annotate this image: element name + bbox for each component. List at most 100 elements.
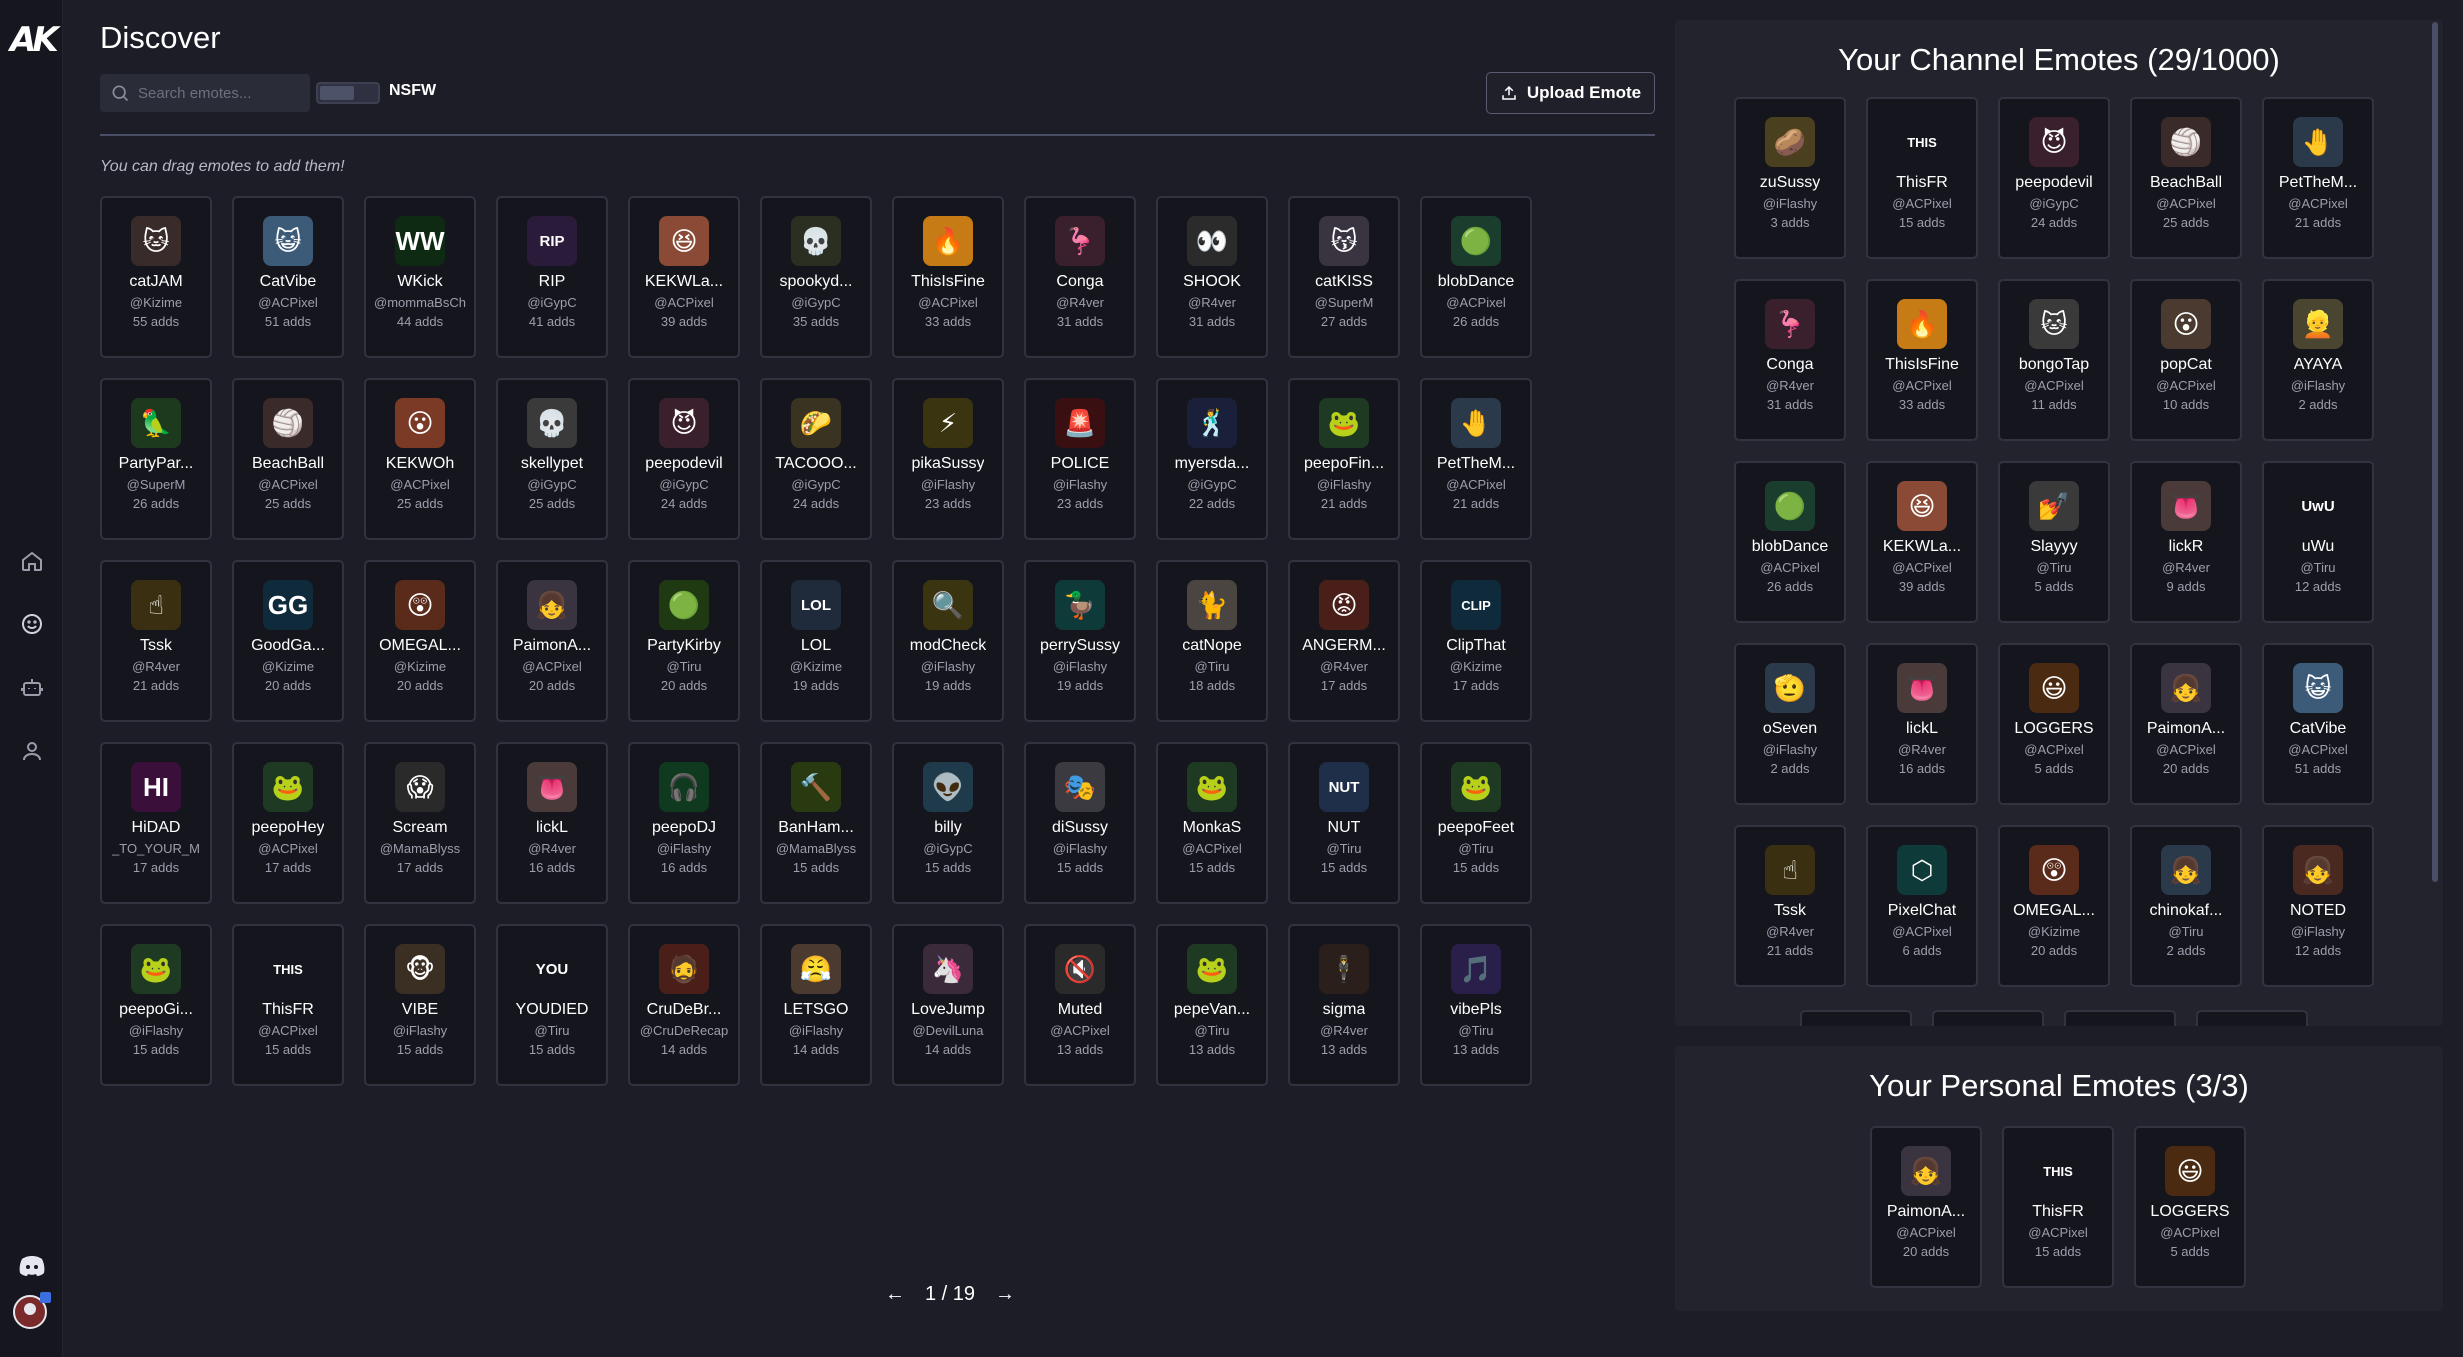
emote-card[interactable]: 👱 AYAYA @iFlashy 2 adds: [2262, 279, 2374, 441]
emote-card[interactable]: 👅 lickL @R4ver 16 adds: [496, 742, 608, 904]
emote-card[interactable]: 🏐 BeachBall @ACPixel 25 adds: [2130, 97, 2242, 259]
emote-card[interactable]: 🧔 CruDeBr... @CruDeRecap 14 adds: [628, 924, 740, 1086]
emote-card[interactable]: LOL LOL @Kizime 19 adds: [760, 560, 872, 722]
emote-card[interactable]: 🦜 PartyPar... @SuperM 26 adds: [100, 378, 212, 540]
emote-card[interactable]: 🎧 peepoDJ @iFlashy 16 adds: [628, 742, 740, 904]
emote-card[interactable]: 🐸 pepeVan... @Tiru 13 adds: [1156, 924, 1268, 1086]
emote-card[interactable]: 😺 CatVibe @ACPixel 51 adds: [2262, 643, 2374, 805]
emote-card[interactable]: 🤚 PetTheM... @ACPixel 21 adds: [2262, 97, 2374, 259]
emote-card[interactable]: ⬡ PixelChat @ACPixel 6 adds: [1866, 825, 1978, 987]
emote-card[interactable]: 🐸 peepoFeet @Tiru 15 adds: [1420, 742, 1532, 904]
emote-card[interactable]: HI HiDAD _TO_YOUR_M 17 adds: [100, 742, 212, 904]
emote-card[interactable]: THIS ThisFR @ACPixel 15 adds: [232, 924, 344, 1086]
prev-page-button[interactable]: ←: [885, 1283, 905, 1306]
emote-card[interactable]: 🚨 POLICE @iFlashy 23 adds: [1024, 378, 1136, 540]
emote-card[interactable]: 😃 LOGGERS @ACPixel 5 adds: [1998, 643, 2110, 805]
emote-card[interactable]: 😮 popCat @ACPixel 10 adds: [2130, 279, 2242, 441]
emote-card[interactable]: 😡 ANGERM... @R4ver 17 adds: [1288, 560, 1400, 722]
emote-card[interactable]: 😱 Scream @MamaBlyss 17 adds: [364, 742, 476, 904]
emote-card[interactable]: ☝ Tssk @R4ver 21 adds: [100, 560, 212, 722]
emote-card[interactable]: 😆 KEKWLa... @ACPixel 39 adds: [1866, 461, 1978, 623]
emote-card[interactable]: THIS ThisFR @ACPixel 15 adds: [2002, 1126, 2114, 1288]
emote-card[interactable]: 👧 PaimonA... @ACPixel 20 adds: [2130, 643, 2242, 805]
discord-icon[interactable]: [16, 1250, 48, 1282]
emote-card[interactable]: 🤚 PetTheM... @ACPixel 21 adds: [1420, 378, 1532, 540]
search-input[interactable]: [138, 84, 298, 102]
emote-card[interactable]: 🟢 PartyKirby @Tiru 20 adds: [628, 560, 740, 722]
emote-card[interactable]: 😽 catKISS @SuperM 27 adds: [1288, 196, 1400, 358]
emote-card[interactable]: THIS ThisFR @ACPixel 15 adds: [1866, 97, 1978, 259]
emote-card[interactable]: 🐱 bongoTap @ACPixel 11 adds: [1998, 279, 2110, 441]
avatar-icon[interactable]: [12, 1290, 52, 1330]
emote-card[interactable]: 🔥 ThisIsFine @ACPixel 33 adds: [892, 196, 1004, 358]
emote-card[interactable]: [2196, 1010, 2308, 1026]
emote-card[interactable]: 🕴 sigma @R4ver 13 adds: [1288, 924, 1400, 1086]
emote-card[interactable]: 😈 peepodevil @iGypC 24 adds: [1998, 97, 2110, 259]
channel-scrollbar[interactable]: [2432, 22, 2438, 882]
emote-card[interactable]: 🟢 blobDance @ACPixel 26 adds: [1734, 461, 1846, 623]
home-icon[interactable]: [14, 543, 50, 579]
emote-card[interactable]: 👧 PaimonA... @ACPixel 20 adds: [496, 560, 608, 722]
app-logo[interactable]: AK: [10, 20, 59, 64]
emote-card[interactable]: 🐵 VIBE @iFlashy 15 adds: [364, 924, 476, 1086]
emote-card[interactable]: 👧 PaimonA... @ACPixel 20 adds: [1870, 1126, 1982, 1288]
bot-icon[interactable]: [14, 670, 50, 706]
emote-card[interactable]: 🟢 blobDance @ACPixel 26 adds: [1420, 196, 1532, 358]
emote-card[interactable]: 👀 SHOOK @R4ver 31 adds: [1156, 196, 1268, 358]
emote-card[interactable]: 🐈 catNope @Tiru 18 adds: [1156, 560, 1268, 722]
emote-card[interactable]: 🐸 MonkaS @ACPixel 15 adds: [1156, 742, 1268, 904]
emote-card[interactable]: [1800, 1010, 1912, 1026]
emote-card[interactable]: 😃 LOGGERS @ACPixel 5 adds: [2134, 1126, 2246, 1288]
emote-card[interactable]: 😤 LETSGO @iFlashy 14 adds: [760, 924, 872, 1086]
emote-card[interactable]: 🕺 myersda... @iGypC 22 adds: [1156, 378, 1268, 540]
emote-card[interactable]: 😲 OMEGAL... @Kizime 20 adds: [364, 560, 476, 722]
emote-card[interactable]: 👽 billy @iGypC 15 adds: [892, 742, 1004, 904]
emote-card[interactable]: RIP RIP @iGypC 41 adds: [496, 196, 608, 358]
emote-card[interactable]: 🐸 peepoHey @ACPixel 17 adds: [232, 742, 344, 904]
emote-card[interactable]: 🦆 perrySussy @iFlashy 19 adds: [1024, 560, 1136, 722]
nsfw-toggle[interactable]: [316, 82, 380, 104]
emote-card[interactable]: 🦄 LoveJump @DevilLuna 14 adds: [892, 924, 1004, 1086]
emote-card[interactable]: 👅 lickL @R4ver 16 adds: [1866, 643, 1978, 805]
emote-card[interactable]: 😆 KEKWLa... @ACPixel 39 adds: [628, 196, 740, 358]
emote-card[interactable]: YOU YOUDIED @Tiru 15 adds: [496, 924, 608, 1086]
emote-card[interactable]: GG GoodGa... @Kizime 20 adds: [232, 560, 344, 722]
emote-card[interactable]: 🦩 Conga @R4ver 31 adds: [1734, 279, 1846, 441]
emote-card[interactable]: 😺 CatVibe @ACPixel 51 adds: [232, 196, 344, 358]
emote-card[interactable]: 💀 skellypet @iGypC 25 adds: [496, 378, 608, 540]
emote-card[interactable]: 👧 chinokaf... @Tiru 2 adds: [2130, 825, 2242, 987]
next-page-button[interactable]: →: [995, 1283, 1015, 1306]
emote-card[interactable]: 🦩 Conga @R4ver 31 adds: [1024, 196, 1136, 358]
emote-card[interactable]: 😲 OMEGAL... @Kizime 20 adds: [1998, 825, 2110, 987]
emote-card[interactable]: ⚡ pikaSussy @iFlashy 23 adds: [892, 378, 1004, 540]
emote-card[interactable]: CLIP ClipThat @Kizime 17 adds: [1420, 560, 1532, 722]
emote-card[interactable]: 🐸 peepoGi... @iFlashy 15 adds: [100, 924, 212, 1086]
emote-card[interactable]: 😈 peepodevil @iGypC 24 adds: [628, 378, 740, 540]
emote-card[interactable]: 🐱 catJAM @Kizime 55 adds: [100, 196, 212, 358]
emote-card[interactable]: 🎭 diSussy @iFlashy 15 adds: [1024, 742, 1136, 904]
emote-card[interactable]: 🔍 modCheck @iFlashy 19 adds: [892, 560, 1004, 722]
emote-card[interactable]: UwU uWu @Tiru 12 adds: [2262, 461, 2374, 623]
emote-card[interactable]: 🔇 Muted @ACPixel 13 adds: [1024, 924, 1136, 1086]
emote-card[interactable]: 🎵 vibePls @Tiru 13 adds: [1420, 924, 1532, 1086]
emote-card[interactable]: 💀 spookyd... @iGypC 35 adds: [760, 196, 872, 358]
emote-card[interactable]: 🐸 peepoFin... @iFlashy 21 adds: [1288, 378, 1400, 540]
emote-card[interactable]: 🌮 TACOOO... @iGypC 24 adds: [760, 378, 872, 540]
emote-card[interactable]: 🫡 oSeven @iFlashy 2 adds: [1734, 643, 1846, 805]
emote-card[interactable]: WW WKick @mommaBsCh 44 adds: [364, 196, 476, 358]
smiley-icon[interactable]: [14, 606, 50, 642]
emote-card[interactable]: NUT NUT @Tiru 15 adds: [1288, 742, 1400, 904]
user-icon[interactable]: [14, 733, 50, 769]
emote-card[interactable]: 👧 NOTED @iFlashy 12 adds: [2262, 825, 2374, 987]
search-box[interactable]: [100, 74, 310, 112]
emote-card[interactable]: 🔥 ThisIsFine @ACPixel 33 adds: [1866, 279, 1978, 441]
emote-card[interactable]: 💅 Slayyy @Tiru 5 adds: [1998, 461, 2110, 623]
emote-card[interactable]: 👅 lickR @R4ver 9 adds: [2130, 461, 2242, 623]
emote-card[interactable]: 🥔 zuSussy @iFlashy 3 adds: [1734, 97, 1846, 259]
upload-emote-button[interactable]: Upload Emote: [1486, 72, 1655, 114]
emote-card[interactable]: [2064, 1010, 2176, 1026]
emote-card[interactable]: [1932, 1010, 2044, 1026]
emote-card[interactable]: 😮 KEKWOh @ACPixel 25 adds: [364, 378, 476, 540]
emote-card[interactable]: 🏐 BeachBall @ACPixel 25 adds: [232, 378, 344, 540]
emote-card[interactable]: ☝ Tssk @R4ver 21 adds: [1734, 825, 1846, 987]
